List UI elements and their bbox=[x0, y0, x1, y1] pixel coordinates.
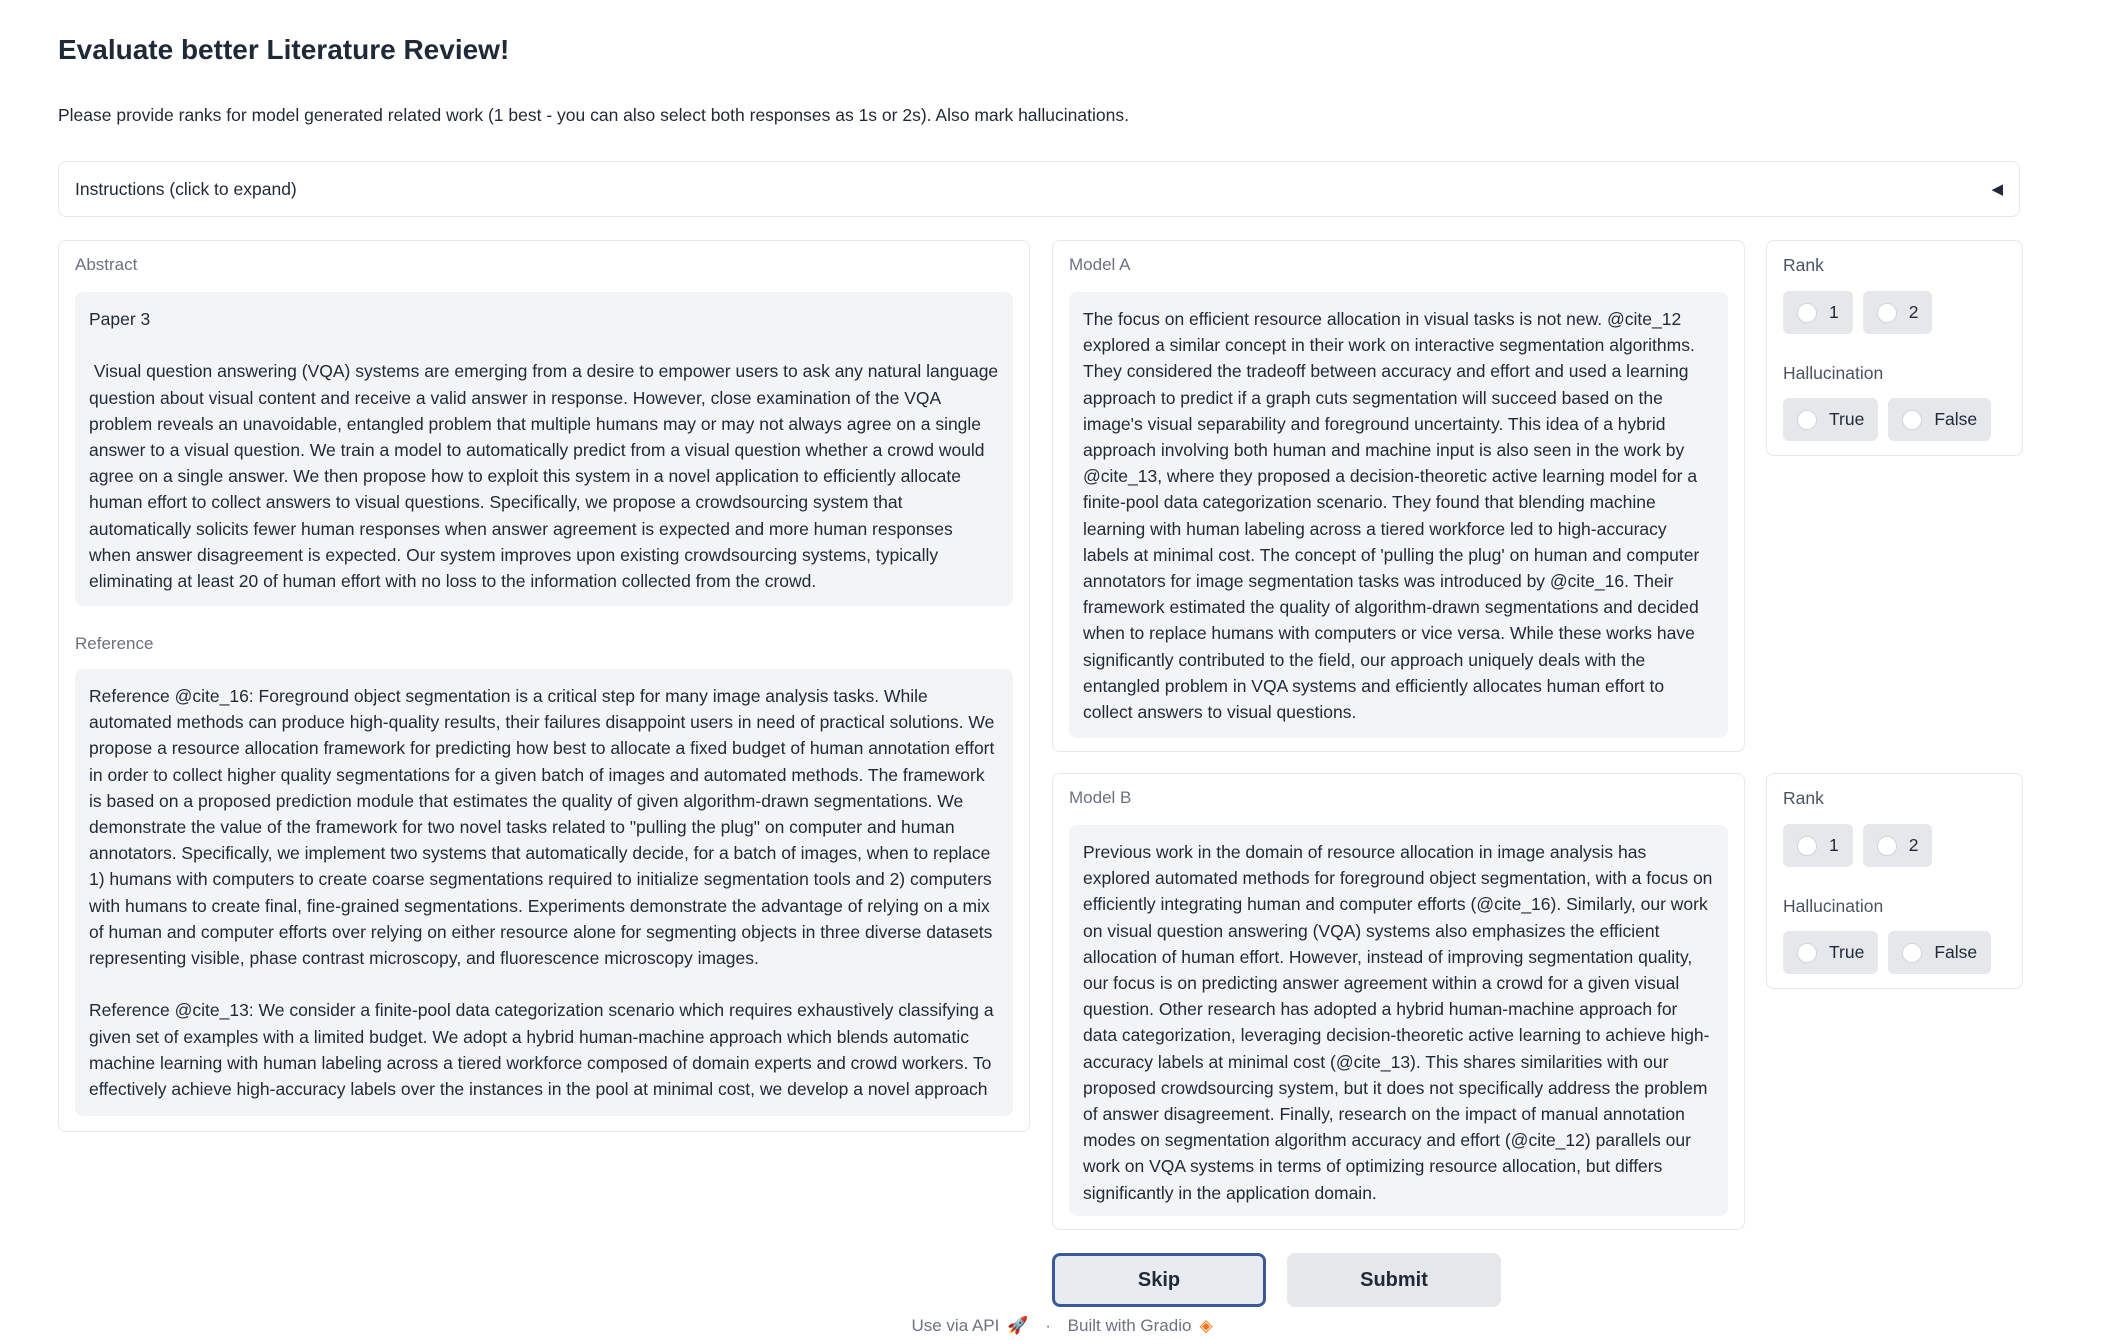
instructions-accordion[interactable]: Instructions (click to expand) ◀ bbox=[58, 161, 2020, 217]
rank-option-label: 1 bbox=[1829, 302, 1839, 322]
skip-button[interactable]: Skip bbox=[1052, 1253, 1266, 1307]
radio-circle-icon bbox=[1797, 409, 1817, 430]
rank-option-label: 1 bbox=[1829, 835, 1839, 855]
model-b-rating-panel: Rank 1 2 Hallucination True False bbox=[1766, 773, 2023, 989]
rank-option-1[interactable]: 1 bbox=[1783, 824, 1853, 867]
reference-textbox[interactable]: Reference @cite_16: Foreground object se… bbox=[75, 669, 1013, 1116]
hallucination-radio-group: True False bbox=[1783, 931, 1992, 974]
model-b-textbox[interactable]: Previous work in the domain of resource … bbox=[1069, 825, 1728, 1216]
page-instructions-text: Please provide ranks for model generated… bbox=[58, 105, 1129, 125]
hallucination-label: Hallucination bbox=[1783, 363, 1884, 383]
hallucination-option-label: False bbox=[1934, 409, 1978, 429]
rank-radio-group: 1 2 bbox=[1783, 824, 1933, 867]
reference-label: Reference bbox=[75, 634, 154, 653]
abstract-label: Abstract bbox=[75, 255, 138, 274]
rank-radio-group: 1 2 bbox=[1783, 291, 1933, 334]
rank-option-1[interactable]: 1 bbox=[1783, 291, 1853, 334]
hallucination-radio-group: True False bbox=[1783, 398, 1992, 441]
radio-circle-icon bbox=[1797, 835, 1817, 856]
source-panel: Abstract Paper 3 Visual question answeri… bbox=[58, 240, 1030, 1132]
rank-option-label: 2 bbox=[1908, 835, 1919, 855]
page-title: Evaluate better Literature Review! bbox=[58, 34, 510, 65]
footer: Use via API 🚀 · Built with Gradio ◈ bbox=[0, 1316, 2124, 1336]
radio-circle-icon bbox=[1902, 942, 1923, 963]
use-via-api-link[interactable]: Use via API 🚀 bbox=[911, 1316, 1028, 1335]
rocket-icon: 🚀 bbox=[1007, 1316, 1029, 1335]
hallucination-option-false[interactable]: False bbox=[1888, 931, 1992, 974]
model-a-rating-panel: Rank 1 2 Hallucination True False bbox=[1766, 240, 2023, 456]
model-a-textbox[interactable]: The focus on efficient resource allocati… bbox=[1069, 292, 1728, 738]
built-with-gradio-link[interactable]: Built with Gradio ◈ bbox=[1068, 1316, 1213, 1335]
radio-circle-icon bbox=[1876, 835, 1897, 856]
hallucination-option-true[interactable]: True bbox=[1783, 398, 1879, 441]
hallucination-option-label: True bbox=[1829, 942, 1865, 962]
model-b-label: Model B bbox=[1069, 788, 1132, 807]
rank-option-label: 2 bbox=[1908, 302, 1919, 322]
instructions-accordion-label: Instructions (click to expand) bbox=[75, 178, 297, 199]
radio-circle-icon bbox=[1876, 302, 1897, 323]
gradio-logo-icon: ◈ bbox=[1199, 1316, 1213, 1335]
submit-button[interactable]: Submit bbox=[1287, 1253, 1501, 1307]
model-b-panel: Model B Previous work in the domain of r… bbox=[1052, 773, 1745, 1230]
hallucination-option-false[interactable]: False bbox=[1888, 398, 1992, 441]
footer-separator: · bbox=[1045, 1316, 1051, 1335]
abstract-textbox[interactable]: Paper 3 Visual question answering (VQA) … bbox=[75, 292, 1013, 606]
rank-label: Rank bbox=[1783, 255, 1824, 275]
rank-option-2[interactable]: 2 bbox=[1862, 291, 1933, 334]
radio-circle-icon bbox=[1797, 302, 1817, 323]
radio-circle-icon bbox=[1902, 409, 1923, 430]
hallucination-label: Hallucination bbox=[1783, 896, 1884, 916]
hallucination-option-label: False bbox=[1934, 942, 1978, 962]
radio-circle-icon bbox=[1797, 942, 1817, 963]
hallucination-option-label: True bbox=[1829, 409, 1865, 429]
hallucination-option-true[interactable]: True bbox=[1783, 931, 1879, 974]
model-a-label: Model A bbox=[1069, 255, 1131, 274]
rank-option-2[interactable]: 2 bbox=[1862, 824, 1933, 867]
collapse-arrow-icon: ◀ bbox=[1991, 181, 2003, 198]
model-a-panel: Model A The focus on efficient resource … bbox=[1052, 240, 1745, 752]
rank-label: Rank bbox=[1783, 788, 1824, 808]
